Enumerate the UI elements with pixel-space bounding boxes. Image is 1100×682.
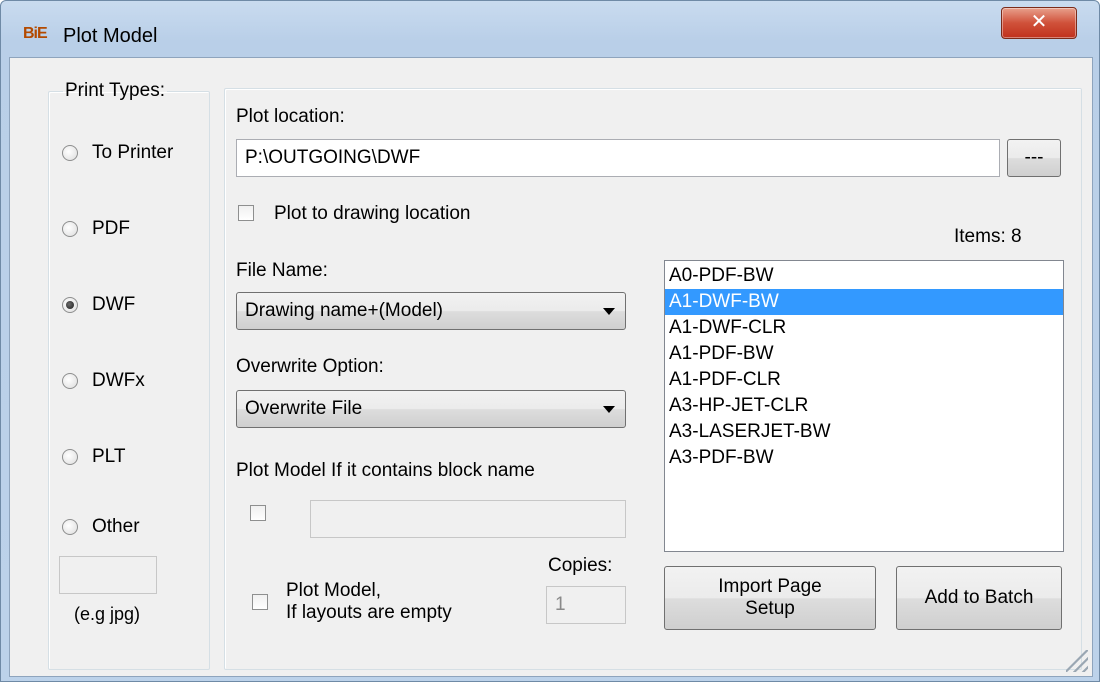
- plot-location-input[interactable]: P:\OUTGOING\DWF: [236, 139, 1000, 177]
- app-logo-icon: BiE: [23, 25, 48, 42]
- list-item[interactable]: A1-PDF-BW: [665, 341, 1063, 367]
- items-count: Items: 8: [954, 226, 1022, 247]
- title-bar[interactable]: BiE Plot Model ✕: [1, 1, 1099, 51]
- radio-button[interactable]: [62, 519, 78, 535]
- radio-button-checked[interactable]: [62, 297, 78, 313]
- overwrite-option-label: Overwrite Option:: [236, 356, 384, 377]
- list-item[interactable]: A0-PDF-BW: [665, 263, 1063, 289]
- import-page-setup-button[interactable]: Import Page Setup: [664, 566, 876, 630]
- copies-label: Copies:: [548, 555, 613, 576]
- list-item[interactable]: A3-HP-JET-CLR: [665, 393, 1063, 419]
- list-item[interactable]: A1-PDF-CLR: [665, 367, 1063, 393]
- button-label-line-2: Setup: [745, 598, 795, 619]
- file-name-label: File Name:: [236, 260, 328, 281]
- radio-button[interactable]: [62, 373, 78, 389]
- file-name-dropdown[interactable]: Drawing name+(Model): [236, 292, 626, 330]
- block-name-filter-checkbox[interactable]: [250, 505, 266, 521]
- radio-label: Other: [92, 516, 140, 537]
- radio-label: DWF: [92, 294, 136, 315]
- radio-to-printer[interactable]: To Printer: [62, 142, 173, 164]
- copies-input[interactable]: 1: [546, 586, 626, 624]
- chevron-down-icon: [603, 406, 615, 413]
- print-types-legend: Print Types:: [65, 80, 165, 101]
- other-extension-input[interactable]: [59, 556, 157, 594]
- radio-label: DWFx: [92, 370, 145, 391]
- radio-label: To Printer: [92, 142, 174, 163]
- close-button[interactable]: ✕: [1001, 7, 1077, 39]
- overwrite-option-dropdown[interactable]: Overwrite File: [236, 390, 626, 428]
- close-icon: ✕: [1030, 11, 1048, 33]
- plot-if-layouts-empty-label: Plot Model, If layouts are empty: [286, 580, 452, 624]
- list-item[interactable]: A1-DWF-CLR: [665, 315, 1063, 341]
- browse-button[interactable]: ---: [1007, 139, 1061, 177]
- radio-pdf[interactable]: PDF: [62, 218, 130, 240]
- radio-button[interactable]: [62, 221, 78, 237]
- radio-label: PDF: [92, 218, 130, 239]
- other-extension-hint: (e.g jpg): [74, 604, 141, 624]
- list-item[interactable]: A3-LASERJET-BW: [665, 419, 1063, 445]
- label-line-1: Plot Model,: [286, 580, 382, 601]
- dialog-client-area: Print Types: To Printer PDF DWF DWFx PLT…: [9, 57, 1093, 677]
- window-title: Plot Model: [63, 25, 158, 47]
- block-name-input[interactable]: [310, 500, 626, 538]
- radio-dwfx[interactable]: DWFx: [62, 370, 145, 392]
- radio-plt[interactable]: PLT: [62, 446, 125, 468]
- plot-to-drawing-location-checkbox[interactable]: [238, 205, 254, 221]
- plot-to-drawing-location-label: Plot to drawing location: [274, 203, 471, 224]
- file-name-selected: Drawing name+(Model): [245, 300, 443, 321]
- plot-model-window: BiE Plot Model ✕ Print Types: To Printer…: [0, 0, 1100, 682]
- resize-grip[interactable]: [1066, 650, 1088, 672]
- block-name-filter-label: Plot Model If it contains block name: [236, 460, 535, 481]
- add-to-batch-button[interactable]: Add to Batch: [896, 566, 1062, 630]
- list-item[interactable]: A3-PDF-BW: [665, 445, 1063, 471]
- plot-location-label: Plot location:: [236, 106, 345, 127]
- radio-button[interactable]: [62, 449, 78, 465]
- chevron-down-icon: [603, 308, 615, 315]
- radio-other[interactable]: Other: [62, 516, 140, 538]
- list-item[interactable]: A1-DWF-BW: [665, 289, 1063, 315]
- button-label-line-1: Import Page: [718, 576, 822, 597]
- radio-button[interactable]: [62, 145, 78, 161]
- label-line-2: If layouts are empty: [286, 602, 452, 623]
- overwrite-option-selected: Overwrite File: [245, 398, 363, 419]
- radio-dwf[interactable]: DWF: [62, 294, 135, 316]
- radio-label: PLT: [92, 446, 126, 467]
- page-setup-list[interactable]: A0-PDF-BW A1-DWF-BW A1-DWF-CLR A1-PDF-BW A1-…: [664, 260, 1064, 552]
- plot-if-layouts-empty-checkbox[interactable]: [252, 594, 268, 610]
